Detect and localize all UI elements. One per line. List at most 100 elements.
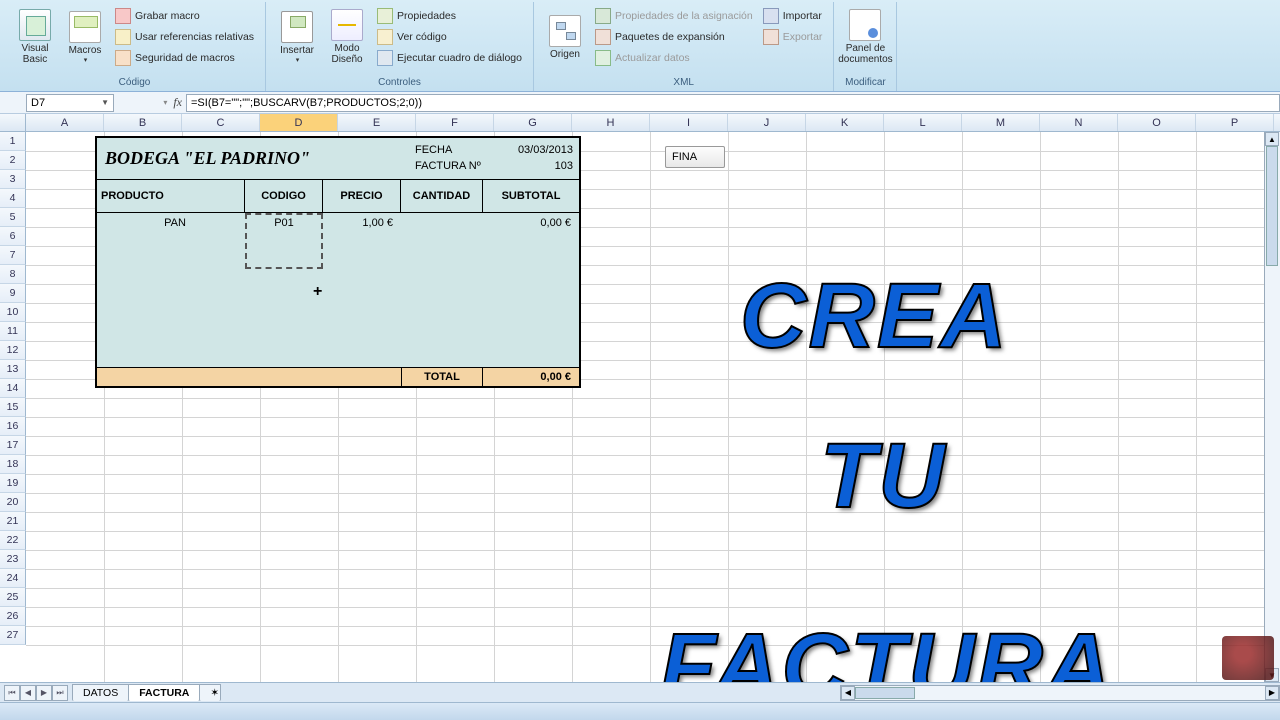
row-header-5[interactable]: 5: [0, 208, 26, 227]
dropdown-icon: ▾: [84, 56, 88, 64]
importar-button[interactable]: Importar: [760, 6, 826, 26]
row-header-21[interactable]: 21: [0, 512, 26, 531]
row-header-16[interactable]: 16: [0, 417, 26, 436]
insertar-button[interactable]: Insertar ▾: [272, 4, 322, 70]
row-header-27[interactable]: 27: [0, 626, 26, 645]
grabar-macro-button[interactable]: Grabar macro: [112, 6, 257, 26]
hdr-precio: PRECIO: [323, 180, 401, 212]
vertical-scrollbar[interactable]: ▲ ▼: [1264, 132, 1280, 682]
tab-prev-icon[interactable]: ◀: [20, 685, 36, 701]
sheet-tab-factura[interactable]: FACTURA: [128, 684, 200, 701]
view-code-icon: [377, 29, 393, 45]
sheet-tab-new[interactable]: ✶: [199, 684, 221, 701]
row-header-4[interactable]: 4: [0, 189, 26, 208]
column-header-M[interactable]: M: [962, 114, 1040, 131]
column-header-L[interactable]: L: [884, 114, 962, 131]
formula-input[interactable]: [186, 94, 1280, 112]
column-header-J[interactable]: J: [728, 114, 806, 131]
finalizar-button[interactable]: FINA: [665, 146, 725, 168]
dropdown-icon[interactable]: ▾: [163, 98, 167, 107]
row-header-13[interactable]: 13: [0, 360, 26, 379]
cell-producto[interactable]: PAN: [97, 217, 245, 229]
row-header-24[interactable]: 24: [0, 569, 26, 588]
row-header-25[interactable]: 25: [0, 588, 26, 607]
macros-button[interactable]: Macros ▾: [60, 4, 110, 70]
column-header-N[interactable]: N: [1040, 114, 1118, 131]
visual-basic-icon: [19, 9, 51, 41]
row-header-2[interactable]: 2: [0, 151, 26, 170]
row-header-18[interactable]: 18: [0, 455, 26, 474]
select-all-corner[interactable]: [0, 114, 26, 131]
tab-last-icon[interactable]: ⏭: [52, 685, 68, 701]
row-header-6[interactable]: 6: [0, 227, 26, 246]
row-header-14[interactable]: 14: [0, 379, 26, 398]
column-header-H[interactable]: H: [572, 114, 650, 131]
column-header-K[interactable]: K: [806, 114, 884, 131]
row-header-23[interactable]: 23: [0, 550, 26, 569]
export-icon: [763, 29, 779, 45]
total-label: TOTAL: [401, 368, 483, 386]
row-header-22[interactable]: 22: [0, 531, 26, 550]
column-header-A[interactable]: A: [26, 114, 104, 131]
modo-label: ModoDiseño: [331, 43, 362, 65]
tab-nav: ⏮ ◀ ▶ ⏭: [4, 685, 68, 701]
referencias-relativas-button[interactable]: Usar referencias relativas: [112, 27, 257, 47]
column-header-F[interactable]: F: [416, 114, 494, 131]
row-header-20[interactable]: 20: [0, 493, 26, 512]
row-header-11[interactable]: 11: [0, 322, 26, 341]
column-header-I[interactable]: I: [650, 114, 728, 131]
overlay-text-3: FACTURA: [660, 614, 1114, 682]
row-header-9[interactable]: 9: [0, 284, 26, 303]
chevron-down-icon[interactable]: ▼: [101, 98, 109, 107]
vscroll-thumb[interactable]: [1266, 146, 1278, 266]
panel-documentos-button[interactable]: Panel dedocumentos: [840, 4, 890, 70]
column-header-C[interactable]: C: [182, 114, 260, 131]
tab-first-icon[interactable]: ⏮: [4, 685, 20, 701]
row-header-19[interactable]: 19: [0, 474, 26, 493]
column-header-O[interactable]: O: [1118, 114, 1196, 131]
watermark-logo: [1222, 636, 1274, 680]
map-properties-icon: [595, 8, 611, 24]
spreadsheet-grid[interactable]: ABCDEFGHIJKLMNOP 12345678910111213141516…: [0, 114, 1280, 682]
visual-basic-button[interactable]: VisualBasic: [10, 4, 60, 70]
name-box[interactable]: D7 ▼: [26, 94, 114, 112]
row-header-7[interactable]: 7: [0, 246, 26, 265]
import-icon: [763, 8, 779, 24]
propiedades-button[interactable]: Propiedades: [374, 6, 525, 26]
ejecutar-dialogo-button[interactable]: Ejecutar cuadro de diálogo: [374, 48, 525, 68]
column-header-E[interactable]: E: [338, 114, 416, 131]
row-header-1[interactable]: 1: [0, 132, 26, 151]
cell-subtotal[interactable]: 0,00 €: [483, 217, 579, 229]
row-header-26[interactable]: 26: [0, 607, 26, 626]
column-header-G[interactable]: G: [494, 114, 572, 131]
fx-icon[interactable]: fx: [173, 95, 182, 110]
hscroll-thumb[interactable]: [855, 687, 915, 699]
ribbon-group-xml: Origen Propiedades de la asignación Paqu…: [534, 2, 834, 91]
total-value: 0,00 €: [483, 368, 579, 386]
cell-codigo[interactable]: P01: [245, 217, 323, 229]
sheet-tab-datos[interactable]: DATOS: [72, 684, 129, 701]
scroll-right-icon[interactable]: ▶: [1265, 686, 1279, 700]
row-header-3[interactable]: 3: [0, 170, 26, 189]
insert-icon: [281, 11, 313, 43]
row-header-12[interactable]: 12: [0, 341, 26, 360]
row-header-17[interactable]: 17: [0, 436, 26, 455]
origen-button[interactable]: Origen: [540, 4, 590, 70]
cell-precio[interactable]: 1,00 €: [323, 217, 401, 229]
scroll-up-icon[interactable]: ▲: [1265, 132, 1279, 146]
horizontal-scrollbar[interactable]: ◀ ▶: [840, 685, 1280, 701]
tab-next-icon[interactable]: ▶: [36, 685, 52, 701]
row-header-8[interactable]: 8: [0, 265, 26, 284]
scroll-left-icon[interactable]: ◀: [841, 686, 855, 700]
modo-diseno-button[interactable]: ModoDiseño: [322, 4, 372, 70]
column-header-D[interactable]: D: [260, 114, 338, 131]
paquetes-expansion-button[interactable]: Paquetes de expansión: [592, 27, 756, 47]
expansion-icon: [595, 29, 611, 45]
column-header-B[interactable]: B: [104, 114, 182, 131]
ver-codigo-button[interactable]: Ver código: [374, 27, 525, 47]
column-header-P[interactable]: P: [1196, 114, 1274, 131]
row-header-15[interactable]: 15: [0, 398, 26, 417]
properties-icon: [377, 8, 393, 24]
seguridad-macros-button[interactable]: Seguridad de macros: [112, 48, 257, 68]
row-header-10[interactable]: 10: [0, 303, 26, 322]
